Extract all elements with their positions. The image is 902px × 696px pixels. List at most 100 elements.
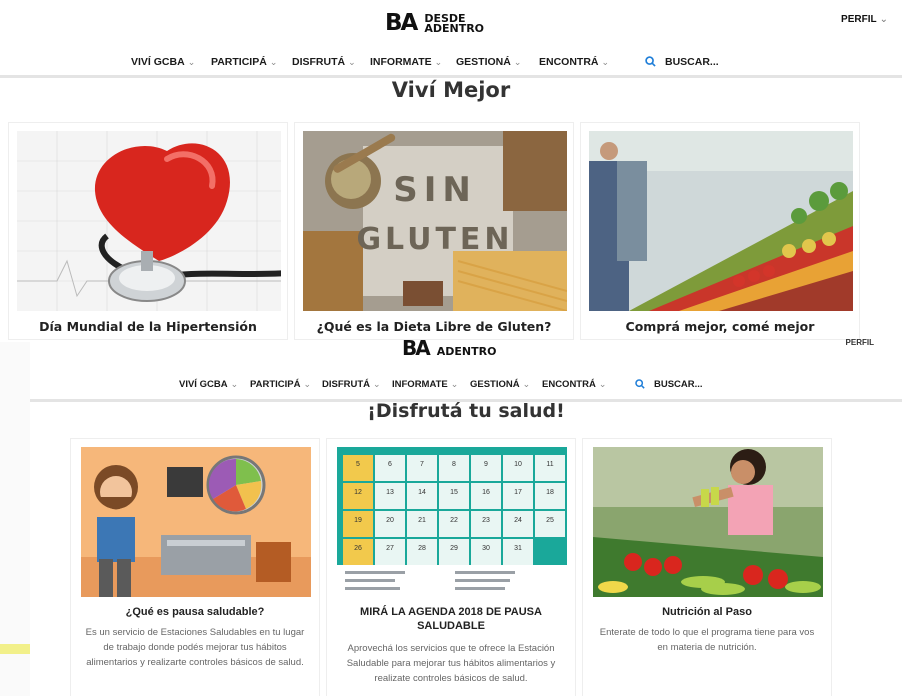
- logo-line-2: ADENTRO: [436, 345, 497, 358]
- calendar-day-number: 11: [546, 461, 553, 468]
- chevron-down-icon: ⌄: [513, 57, 522, 67]
- search-icon: [645, 56, 656, 67]
- chevron-down-icon: ⌄: [434, 57, 443, 67]
- calendar-day-cell: [407, 539, 437, 565]
- calendar-day-cell: [535, 511, 565, 537]
- calendar-day-cell: [343, 511, 373, 537]
- calendar-day-number: 14: [418, 489, 426, 496]
- search-button[interactable]: BUSCAR...: [635, 379, 703, 390]
- top-page-panel: BA DESDE ADENTRO PERFIL ⌄ VIVÍ GCBA ⌄ PART…: [0, 0, 902, 342]
- calendar-day-cell: [471, 483, 501, 509]
- img-text-gluten: GLUTEN: [356, 222, 513, 257]
- calendar-day-number: 28: [418, 545, 426, 552]
- calendar-day-cell: [439, 511, 469, 537]
- card-description: Es un servicio de Estaciones Saludables …: [85, 627, 305, 668]
- ba-logo[interactable]: BA ADENTRO: [402, 338, 496, 358]
- section-title: Viví Mejor: [391, 78, 511, 102]
- nav-item-encontra[interactable]: ENCONTRÁ ⌄: [539, 56, 609, 68]
- calendar-day-cell: [439, 539, 469, 565]
- calendar-day-number: 21: [418, 517, 426, 524]
- section-title: ¡Disfrutá tu salud!: [367, 400, 565, 422]
- logo-mark: BA: [402, 336, 431, 360]
- search-label: BUSCAR...: [665, 56, 719, 68]
- nav-item-gestiona[interactable]: GESTIONÁ ⌄: [470, 379, 530, 390]
- chevron-down-icon: ⌄: [373, 379, 381, 389]
- calendar-day-cell: [375, 539, 405, 565]
- logo-mark: BA: [385, 10, 418, 36]
- article-card-compra-mejor[interactable]: Comprá mejor, comé mejor: [580, 122, 860, 340]
- calendar-day-number: 23: [482, 517, 490, 524]
- calendar-day-number: 9: [484, 461, 488, 468]
- calendar-day-cell: [439, 455, 469, 481]
- nav-item-gestiona[interactable]: GESTIONÁ ⌄: [456, 56, 521, 68]
- nav-item-participa[interactable]: PARTICIPÁ ⌄: [250, 379, 311, 390]
- page-background-strip: [0, 342, 30, 696]
- chevron-down-icon: ⌄: [879, 14, 888, 25]
- chevron-down-icon: ⌄: [522, 379, 531, 389]
- nav-item-disfruta[interactable]: DISFRUTÁ ⌄: [322, 379, 381, 390]
- calendar-day-number: 18: [546, 489, 554, 496]
- calendar-day-cell: [407, 455, 437, 481]
- calendar-day-cell: [343, 483, 373, 509]
- card-image-gluten: SIN GLUTEN: [303, 131, 567, 311]
- article-card-gluten[interactable]: SIN GLUTEN ¿Qué es la Dieta Libre de Glu…: [294, 122, 574, 340]
- profile-label: PERFIL: [845, 338, 874, 347]
- calendar-day-number: 26: [354, 545, 362, 552]
- nav-item-encontra[interactable]: ENCONTRÁ ⌄: [542, 379, 606, 390]
- nav-item-informate[interactable]: INFORMATE ⌄: [370, 56, 442, 68]
- calendar-day-cell: [407, 483, 437, 509]
- bottom-header: BA ADENTRO PERFIL VIVÍ GCBA ⌄ PARTICIPÁ ⌄ …: [30, 338, 902, 402]
- profile-menu[interactable]: PERFIL: [846, 338, 874, 347]
- search-label: BUSCAR...: [654, 379, 703, 390]
- search-icon: [635, 379, 645, 389]
- ba-logo[interactable]: BA DESDE ADENTRO: [385, 12, 484, 35]
- card-title: MIRÁ LA AGENDA 2018 DE PAUSA SALUDABLE: [360, 606, 542, 632]
- calendar-day-number: 20: [386, 517, 394, 524]
- calendar-day-cell: [375, 483, 405, 509]
- card-image-heart: [17, 131, 281, 311]
- info-card-agenda-2018[interactable]: 5 6 7 8 9 10 11 12 13 14 15 16 17 18 19 20 21 22 23 24 25 26 2…: [326, 438, 576, 696]
- calendar-day-number: 31: [514, 545, 522, 552]
- calendar-day-cell: [375, 455, 405, 481]
- calendar-day-cell: [343, 455, 373, 481]
- calendar-day-cell: [503, 455, 533, 481]
- calendar-day-cell: [503, 483, 533, 509]
- profile-label: PERFIL: [841, 14, 877, 25]
- search-button[interactable]: BUSCAR...: [645, 56, 719, 68]
- calendar-day-number: 6: [388, 461, 392, 468]
- calendar-day-cell: [471, 511, 501, 537]
- calendar-day-number: 15: [450, 489, 458, 496]
- nav-item-informate[interactable]: INFORMATE ⌄: [392, 379, 458, 390]
- chevron-down-icon: ⌄: [303, 379, 312, 389]
- nav-item-vivi-gcba[interactable]: VIVÍ GCBA ⌄: [179, 379, 238, 390]
- calendar-day-cell: [407, 511, 437, 537]
- calendar-day-number: 22: [450, 517, 458, 524]
- calendar-day-number: 7: [420, 461, 424, 468]
- calendar-day-number: 16: [482, 489, 490, 496]
- calendar-day-cell: [375, 511, 405, 537]
- bottom-page-panel: BA ADENTRO PERFIL VIVÍ GCBA ⌄ PARTICIPÁ ⌄ …: [30, 338, 902, 696]
- calendar-day-number: 29: [450, 545, 458, 552]
- nav-item-participa[interactable]: PARTICIPÁ ⌄: [211, 56, 277, 68]
- calendar-day-cell: [471, 539, 501, 565]
- chevron-down-icon: ⌄: [598, 379, 607, 389]
- nav-item-disfruta[interactable]: DISFRUTÁ ⌄: [292, 56, 356, 68]
- calendar-day-cell: [503, 511, 533, 537]
- calendar-day-number: 30: [482, 545, 490, 552]
- profile-menu[interactable]: PERFIL ⌄: [841, 14, 888, 25]
- chevron-down-icon: ⌄: [187, 57, 196, 67]
- calendar-day-number: 13: [386, 489, 394, 496]
- chevron-down-icon: ⌄: [601, 57, 610, 67]
- img-text-sin: SIN: [393, 170, 477, 210]
- nav-item-vivi-gcba[interactable]: VIVÍ GCBA ⌄: [131, 56, 195, 68]
- calendar-day-cell: [343, 539, 373, 565]
- article-card-hipertension[interactable]: Día Mundial de la Hipertensión: [8, 122, 288, 340]
- calendar-day-number: 24: [514, 517, 522, 524]
- calendar-day-number: 25: [546, 517, 554, 524]
- chevron-down-icon: ⌄: [450, 379, 459, 389]
- info-card-pausa-saludable[interactable]: ¿Qué es pausa saludable? Es un servicio …: [70, 438, 320, 696]
- info-card-nutricion-al-paso[interactable]: Nutrición al Paso Enterate de todo lo qu…: [582, 438, 832, 696]
- calendar-day-cell: [503, 539, 533, 565]
- card-caption: ¿Qué es la Dieta Libre de Gluten?: [316, 319, 552, 334]
- calendar-day-number: 27: [386, 545, 394, 552]
